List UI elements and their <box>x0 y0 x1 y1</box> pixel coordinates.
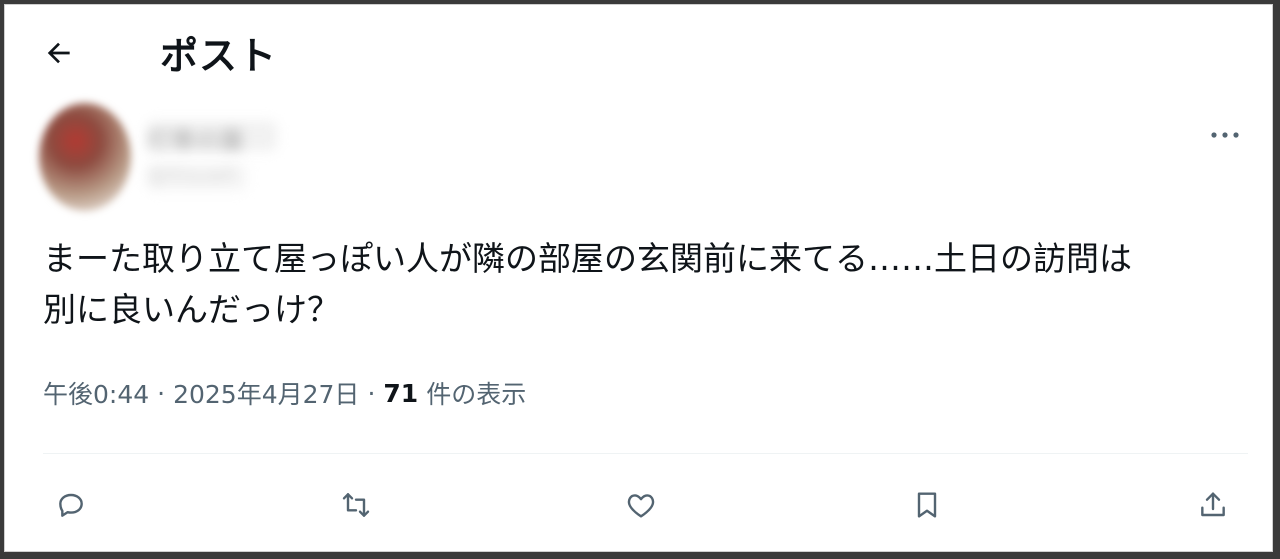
back-button[interactable] <box>35 29 83 77</box>
share-button[interactable] <box>1189 481 1237 529</box>
views-label[interactable]: 件の表示 <box>426 375 526 411</box>
share-icon <box>1201 492 1225 517</box>
post-text-line-2: 別に良いんだっけ？ <box>43 290 340 329</box>
post-text: まーた取り立て屋っぽい人が隣の部屋の玄関前に来てる……土日の訪問は 別に良いんだ… <box>43 233 1243 335</box>
post-time[interactable]: 午後0:44 <box>43 375 149 411</box>
post-meta: 午後0:44 · 2025年4月27日 · 71 件の表示 <box>43 375 526 411</box>
bookmark-icon <box>917 492 937 518</box>
reply-button[interactable] <box>47 481 95 529</box>
post-detail-window: ポスト 灯青の蓮 @ihsuwh まーた取り立て屋っぽい人が隣の部屋の玄関前に来… <box>4 4 1273 552</box>
views-count[interactable]: 71 <box>383 379 418 408</box>
like-button[interactable] <box>617 481 665 529</box>
avatar[interactable] <box>39 103 131 211</box>
more-horizontal-icon <box>1211 132 1239 138</box>
post-text-line-1: まーた取り立て屋っぽい人が隣の部屋の玄関前に来てる……土日の訪問は <box>43 239 1132 278</box>
more-options-button[interactable] <box>1201 115 1249 155</box>
page-title: ポスト <box>160 34 278 78</box>
author-name[interactable]: 灯青の蓮 <box>147 121 277 151</box>
like-icon <box>627 494 655 518</box>
header: ポスト <box>5 5 1272 97</box>
repost-button[interactable] <box>332 481 380 529</box>
post-date[interactable]: 2025年4月27日 <box>173 375 359 411</box>
meta-separator: · <box>157 378 166 408</box>
repost-icon <box>342 493 370 517</box>
reply-icon <box>59 493 83 517</box>
meta-separator: · <box>367 378 376 408</box>
divider <box>43 453 1248 454</box>
bookmark-button[interactable] <box>903 481 951 529</box>
author-handle[interactable]: @ihsuwh <box>147 163 247 191</box>
arrow-left-icon <box>47 42 70 64</box>
